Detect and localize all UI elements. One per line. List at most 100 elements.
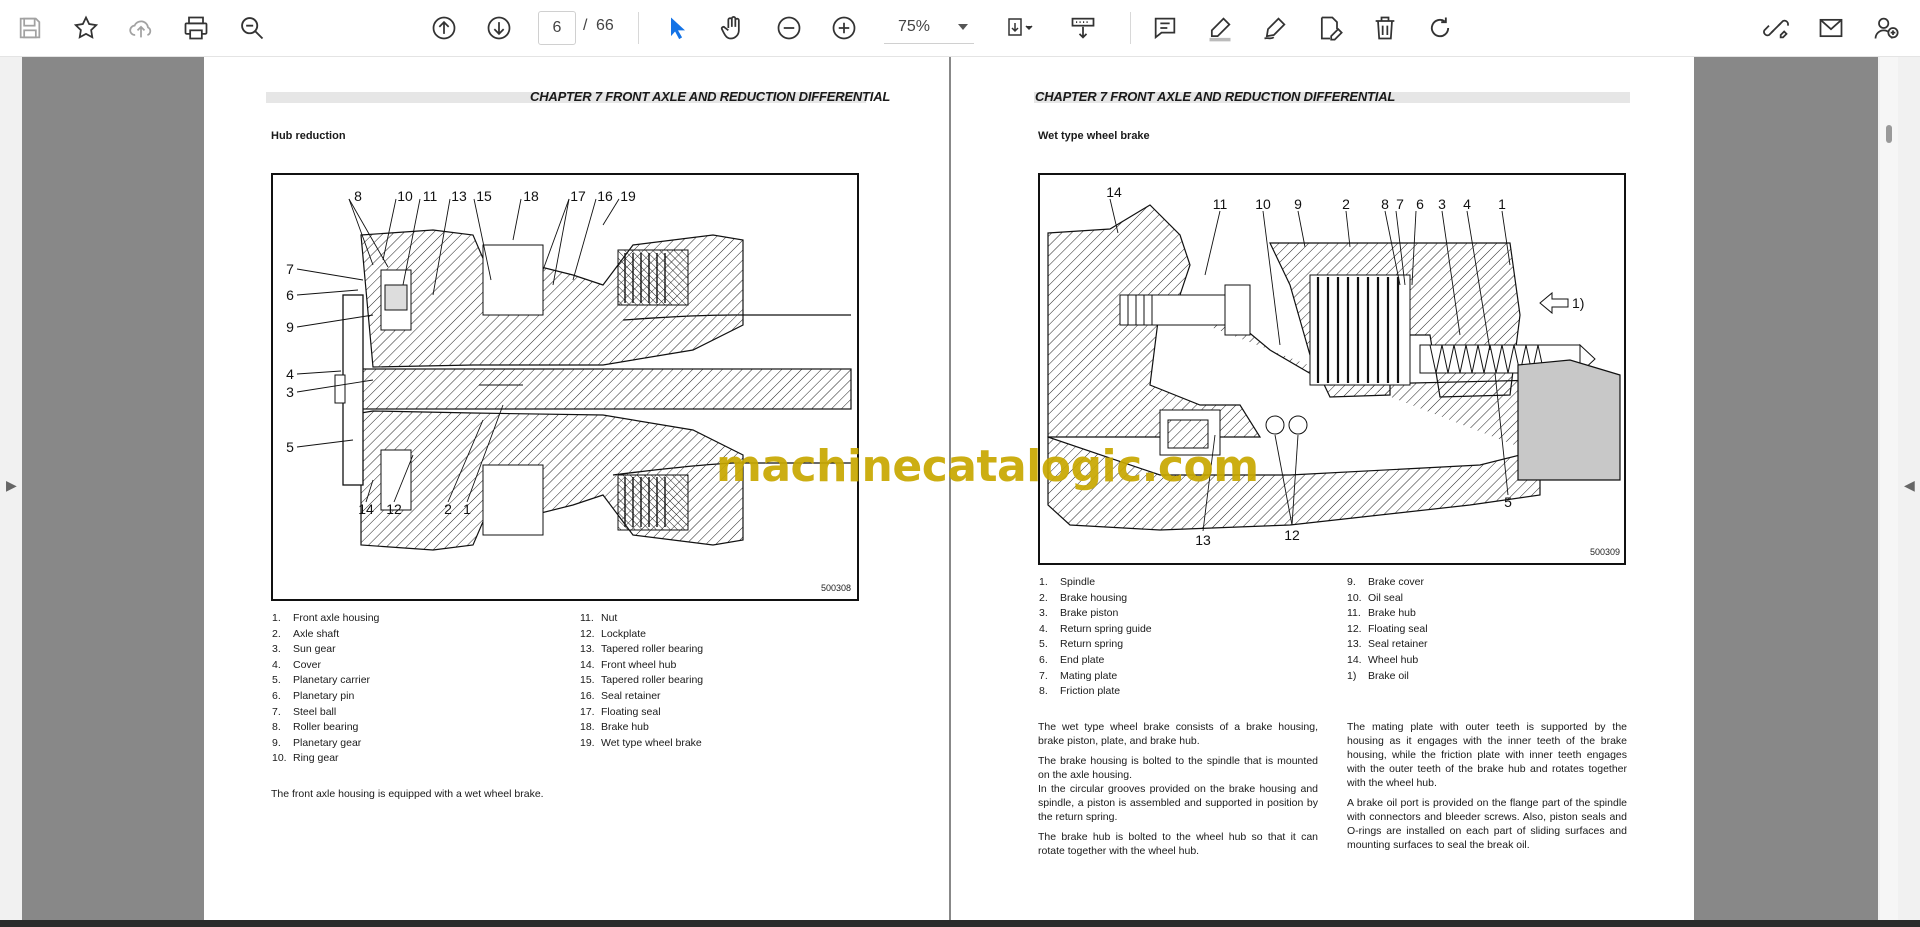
list-item: 10. Ring gear (272, 752, 339, 765)
upload-cloud-button[interactable] (121, 8, 161, 48)
list-item: 14. Wheel hub (1347, 653, 1419, 666)
figure-label: 10 (1255, 196, 1271, 212)
zoom-out-button[interactable] (769, 8, 809, 48)
parts-list-col2: 11. Nut 12. Lockplate 13. Tapered roller be… (580, 611, 703, 751)
draw-button[interactable] (1255, 8, 1295, 48)
hand-tool-button[interactable] (713, 8, 753, 48)
figure-label: 13 (451, 188, 467, 204)
page-number-input[interactable] (538, 11, 576, 45)
list-item: 12. Lockplate (580, 627, 646, 640)
body-paragraph: The brake hub is bolted to the wheel hub… (1038, 831, 1318, 857)
page-total: 66 (596, 17, 614, 34)
taskbar-strip (0, 920, 1920, 927)
zoom-search-icon (241, 17, 264, 40)
rotate-button[interactable] (1420, 8, 1460, 48)
comment-button[interactable] (1145, 8, 1185, 48)
section-title: Wet type wheel brake (1038, 130, 1150, 142)
parts-list-col1: 1. Front axle housing 2. Axle shaft 3. Sun … (272, 611, 379, 767)
zoom-in-button[interactable] (824, 8, 864, 48)
figure-label: 6 (286, 287, 294, 303)
printer-icon (184, 16, 208, 40)
left-panel-toggle-rail[interactable]: ▶ (0, 57, 22, 920)
share-link-button[interactable] (1756, 8, 1796, 48)
list-item: 6. End plate (1039, 653, 1105, 666)
list-item: 2. Axle shaft (272, 627, 340, 640)
vertical-scrollbar[interactable] (1880, 57, 1898, 920)
previous-page-button[interactable] (424, 8, 464, 48)
list-item: 1) Brake oil (1347, 669, 1409, 682)
zoom-value: 75% (898, 17, 931, 35)
select-tool-button[interactable] (658, 8, 698, 48)
chapter-title: CHAPTER 7 FRONT AXLE AND REDUCTION DIFFE… (530, 89, 891, 104)
minus-circle-icon (777, 16, 801, 40)
list-item: 8. Friction plate (1039, 685, 1121, 698)
cursor-arrow-icon (671, 17, 685, 40)
bookmark-star-button[interactable] (66, 8, 106, 48)
list-item: 3. Brake piston (1039, 607, 1119, 620)
figure-label: 2 (444, 501, 452, 517)
list-item: 17. Floating seal (580, 705, 661, 718)
body-paragraph: The front axle housing is equipped with … (271, 788, 544, 800)
page-fit-icon (1008, 18, 1033, 36)
figure-label: 14 (1106, 184, 1122, 200)
delete-button[interactable] (1365, 8, 1405, 48)
save-button[interactable] (10, 8, 50, 48)
figure-label: 15 (476, 188, 492, 204)
figure-label: 2 (1342, 196, 1350, 212)
toolbar: / 66 75% (0, 0, 1920, 57)
chapter-title: CHAPTER 7 FRONT AXLE AND REDUCTION DIFFE… (1035, 89, 1396, 104)
list-item: 1. Front axle housing (272, 612, 380, 624)
expand-left-panel-icon[interactable]: ▶ (6, 477, 17, 494)
list-item: 16. Seal retainer (580, 689, 661, 702)
list-item: 13. Seal retainer (1347, 638, 1428, 651)
expand-right-panel-icon[interactable]: ◀ (1904, 477, 1915, 494)
star-icon (73, 15, 99, 39)
list-item: 1. Spindle (1039, 576, 1096, 588)
highlight-button[interactable] (1200, 8, 1240, 48)
print-button[interactable] (176, 8, 216, 48)
list-item: 19. Wet type wheel brake (580, 736, 702, 749)
list-item: 7. Mating plate (1039, 669, 1118, 682)
document-edit-icon (1320, 16, 1343, 41)
trash-icon (1375, 16, 1395, 40)
list-item: 15. Tapered roller bearing (580, 674, 704, 687)
figure-label: 8 (354, 188, 362, 204)
document-viewer[interactable]: ▶ CHAPTER 7 FRONT AXLE AND REDUCTION DIF… (0, 57, 1920, 920)
figure-label: 19 (620, 188, 636, 204)
list-item: 11. Brake hub (1347, 607, 1416, 620)
figure-label: 4 (1463, 196, 1471, 212)
figure-label: 16 (597, 188, 613, 204)
pen-draw-icon (1264, 17, 1286, 40)
figure-label: 7 (1396, 196, 1404, 212)
list-item: 18. Brake hub (580, 721, 649, 734)
section-title: Hub reduction (271, 130, 346, 142)
toolbar-divider (638, 12, 639, 44)
list-item: 7. Steel ball (272, 705, 337, 718)
figure-label: 9 (1294, 196, 1302, 212)
scroll-mode-button[interactable] (1063, 8, 1103, 48)
figure-label: 3 (286, 384, 294, 400)
wet-brake-diagram: 14 11 10 9 2 8 7 6 3 4 1 1) 5 13 12 (1047, 184, 1621, 548)
figure-label: 9 (286, 319, 294, 335)
figure-label: 3 (1438, 196, 1446, 212)
list-item: 11. Nut (580, 612, 618, 624)
figure-label: 4 (286, 366, 294, 382)
body-column-left: The wet type wheel brake consists of a b… (1038, 720, 1318, 864)
email-button[interactable] (1811, 8, 1851, 48)
list-item: 10. Oil seal (1347, 591, 1404, 604)
figure-label: 12 (386, 501, 402, 517)
comment-icon (1154, 17, 1176, 40)
list-item: 4. Cover (272, 658, 322, 671)
figure-label: 1) (1572, 295, 1584, 311)
zoom-search-button[interactable] (232, 8, 272, 48)
next-page-button[interactable] (479, 8, 519, 48)
page-layout-button[interactable] (996, 8, 1044, 48)
figure-label: 6 (1416, 196, 1424, 212)
add-user-button[interactable] (1866, 8, 1906, 48)
rotate-clockwise-icon (1430, 17, 1450, 38)
scrollbar-thumb[interactable] (1886, 125, 1892, 143)
edit-text-button[interactable] (1310, 8, 1350, 48)
list-item: 14. Front wheel hub (580, 658, 677, 671)
figure-label: 11 (423, 188, 438, 204)
zoom-dropdown[interactable]: 75% (884, 10, 974, 44)
